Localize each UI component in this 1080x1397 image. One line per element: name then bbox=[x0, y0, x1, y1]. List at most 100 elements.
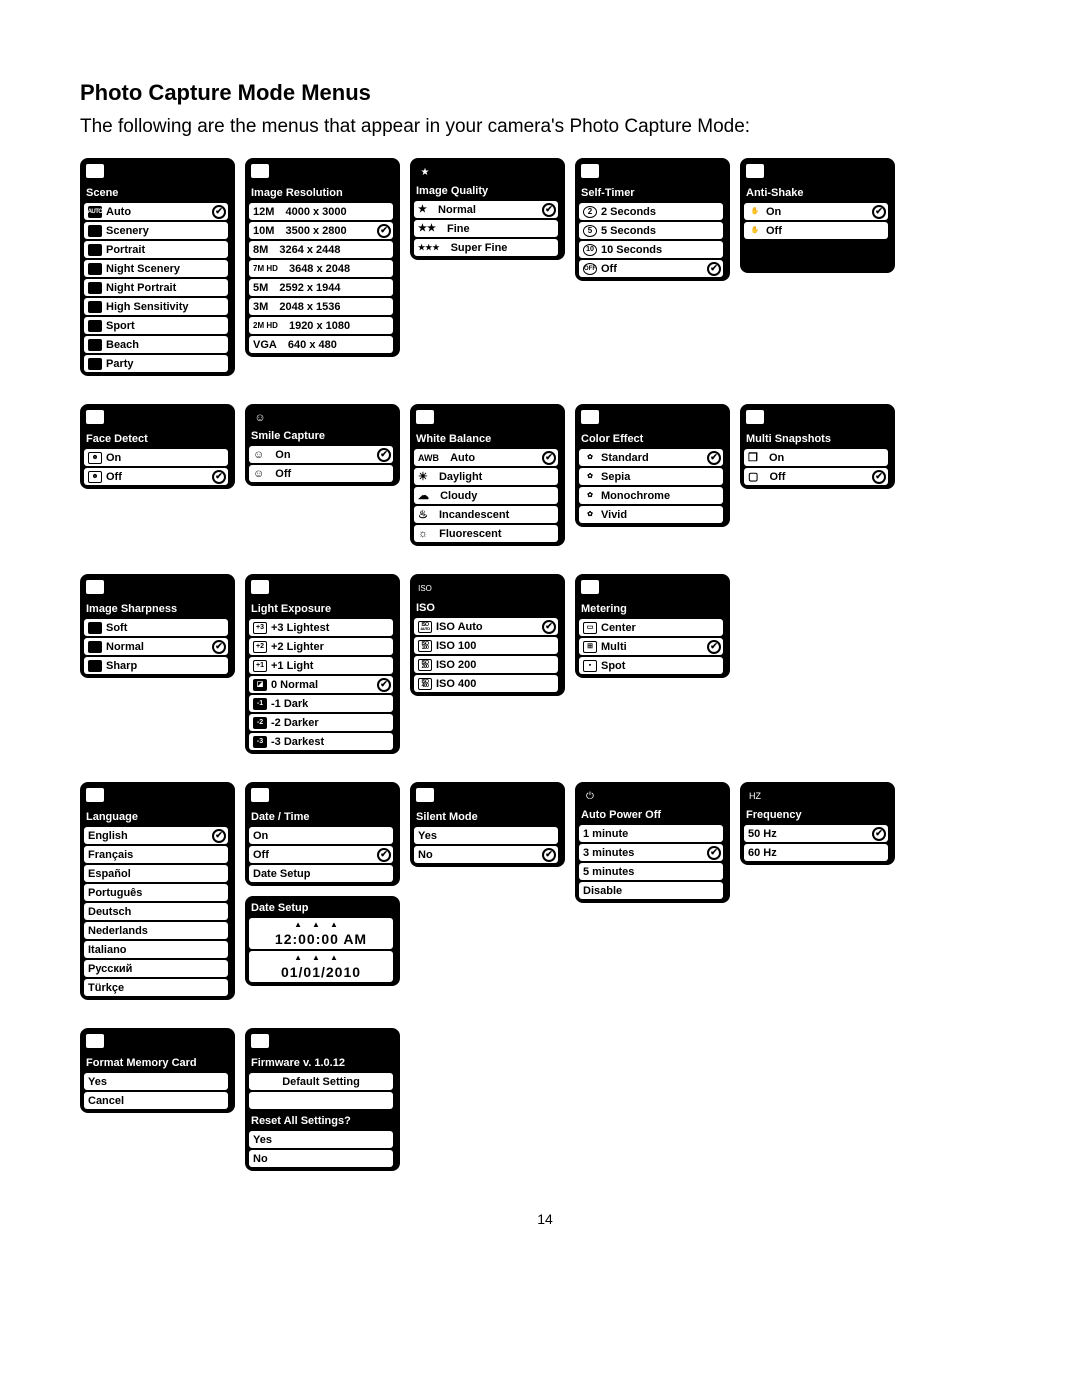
page-number: 14 bbox=[80, 1211, 1010, 1227]
antishake-on[interactable]: ✋On bbox=[744, 203, 888, 220]
color-sepia[interactable]: ✿Sepia bbox=[579, 468, 723, 485]
iso-100-icon: ISO100 bbox=[418, 640, 432, 652]
res-item-12m[interactable]: 12M 4000 x 3000 bbox=[249, 203, 393, 220]
check-icon bbox=[377, 848, 391, 862]
sharp-soft[interactable]: Soft bbox=[84, 619, 228, 636]
apo-1min[interactable]: 1 minute bbox=[579, 825, 723, 842]
apo-5min[interactable]: 5 minutes bbox=[579, 863, 723, 880]
smile-off[interactable]: ☺ Off bbox=[249, 465, 393, 482]
exp-plus3[interactable]: +3+3 Lightest bbox=[249, 619, 393, 636]
res-item-vga[interactable]: VGA 640 x 480 bbox=[249, 336, 393, 353]
wb-auto[interactable]: AWB Auto bbox=[414, 449, 558, 466]
color-vivid[interactable]: ✿Vivid bbox=[579, 506, 723, 523]
apo-3min[interactable]: 3 minutes bbox=[579, 844, 723, 861]
default-setting[interactable]: Default Setting bbox=[249, 1073, 393, 1090]
timer-5s[interactable]: 55 Seconds bbox=[579, 222, 723, 239]
portrait-icon bbox=[88, 244, 102, 256]
lang-nederlands[interactable]: Nederlands bbox=[84, 922, 228, 939]
res-item-8m[interactable]: 8M 3264 x 2448 bbox=[249, 241, 393, 258]
sepia-icon: ✿ bbox=[583, 471, 597, 483]
lang-turkce[interactable]: Türkçe bbox=[84, 979, 228, 996]
format-yes[interactable]: Yes bbox=[84, 1073, 228, 1090]
dt-setup[interactable]: Date Setup bbox=[249, 865, 393, 882]
wb-daylight[interactable]: ☀ Daylight bbox=[414, 468, 558, 485]
menu-face-detect: Face Detect ☻On ☻Off bbox=[80, 404, 235, 489]
exp-minus1[interactable]: -1-1 Dark bbox=[249, 695, 393, 712]
exp-minus2[interactable]: -2-2 Darker bbox=[249, 714, 393, 731]
multi-off[interactable]: ▢ Off bbox=[744, 468, 888, 485]
lang-espanol[interactable]: Español bbox=[84, 865, 228, 882]
lang-italiano[interactable]: Italiano bbox=[84, 941, 228, 958]
meter-multi[interactable]: ⊞Multi bbox=[579, 638, 723, 655]
menu-title: Frequency bbox=[744, 807, 891, 825]
menu-title: Multi Snapshots bbox=[744, 431, 891, 449]
color-mono[interactable]: ✿Monochrome bbox=[579, 487, 723, 504]
exp-plus2[interactable]: +2+2 Lighter bbox=[249, 638, 393, 655]
dt-off[interactable]: Off bbox=[249, 846, 393, 863]
scene-item-auto[interactable]: AUTOAuto bbox=[84, 203, 228, 220]
res-item-3m[interactable]: 3M 2048 x 1536 bbox=[249, 298, 393, 315]
menu-smile-capture: ☺ Smile Capture ☺ On ☺ Off bbox=[245, 404, 400, 486]
lang-russian[interactable]: Русский bbox=[84, 960, 228, 977]
menu-title: Image Resolution bbox=[249, 185, 396, 203]
multi-on[interactable]: ❐ On bbox=[744, 449, 888, 466]
menu-format-card: Format Memory Card Yes Cancel bbox=[80, 1028, 235, 1113]
quality-super-fine[interactable]: ★★★ Super Fine bbox=[414, 239, 558, 256]
lang-english[interactable]: English bbox=[84, 827, 228, 844]
scene-item-portrait[interactable]: Portrait bbox=[84, 241, 228, 258]
res-item-10m[interactable]: 10M 3500 x 2800 bbox=[249, 222, 393, 239]
exp-minus3[interactable]: -3-3 Darkest bbox=[249, 733, 393, 750]
scene-item-party[interactable]: Party bbox=[84, 355, 228, 372]
reset-no[interactable]: No bbox=[249, 1150, 393, 1167]
wb-fluorescent[interactable]: ☼ Fluorescent bbox=[414, 525, 558, 542]
menu-grid: Scene AUTOAuto Scenery Portrait Night Sc… bbox=[80, 158, 1010, 1171]
smile-on[interactable]: ☺ On bbox=[249, 446, 393, 463]
timer-2s[interactable]: 22 Seconds bbox=[579, 203, 723, 220]
wb-cloudy[interactable]: ☁ Cloudy bbox=[414, 487, 558, 504]
scene-item-beach[interactable]: Beach bbox=[84, 336, 228, 353]
apo-disable[interactable]: Disable bbox=[579, 882, 723, 899]
freq-50[interactable]: 50 Hz bbox=[744, 825, 888, 842]
scene-item-night-portrait[interactable]: Night Portrait bbox=[84, 279, 228, 296]
face-on[interactable]: ☻On bbox=[84, 449, 228, 466]
iso-200[interactable]: ISO200ISO 200 bbox=[414, 656, 558, 673]
smile-on-icon: ☺ bbox=[253, 449, 264, 461]
scene-item-high-sens[interactable]: High Sensitivity bbox=[84, 298, 228, 315]
lang-portugues[interactable]: Português bbox=[84, 884, 228, 901]
iso-400[interactable]: ISO400ISO 400 bbox=[414, 675, 558, 692]
timer-off[interactable]: OFFOff bbox=[579, 260, 723, 277]
meter-center[interactable]: ▭Center bbox=[579, 619, 723, 636]
ev-plus2-icon: +2 bbox=[253, 641, 267, 653]
silent-yes[interactable]: Yes bbox=[414, 827, 558, 844]
reset-yes[interactable]: Yes bbox=[249, 1131, 393, 1148]
iso-100[interactable]: ISO100ISO 100 bbox=[414, 637, 558, 654]
timer-10s[interactable]: 1010 Seconds bbox=[579, 241, 723, 258]
sharp-normal[interactable]: Normal bbox=[84, 638, 228, 655]
scene-item-sport[interactable]: Sport bbox=[84, 317, 228, 334]
freq-60[interactable]: 60 Hz bbox=[744, 844, 888, 861]
hand-off-icon: ✋ bbox=[748, 225, 762, 237]
sharp-sharp[interactable]: Sharp bbox=[84, 657, 228, 674]
lang-francais[interactable]: Français bbox=[84, 846, 228, 863]
lang-deutsch[interactable]: Deutsch bbox=[84, 903, 228, 920]
format-cancel[interactable]: Cancel bbox=[84, 1092, 228, 1109]
meter-spot[interactable]: ▪Spot bbox=[579, 657, 723, 674]
scene-item-scenery[interactable]: Scenery bbox=[84, 222, 228, 239]
silent-no[interactable]: No bbox=[414, 846, 558, 863]
quality-normal[interactable]: ★ Normal bbox=[414, 201, 558, 218]
exp-plus1[interactable]: +1+1 Light bbox=[249, 657, 393, 674]
date-setup-date[interactable]: ▲▲▲01/01/2010 bbox=[249, 951, 393, 982]
antishake-off[interactable]: ✋Off bbox=[744, 222, 888, 239]
wb-incandescent[interactable]: ♨ Incandescent bbox=[414, 506, 558, 523]
scene-item-night-scenery[interactable]: Night Scenery bbox=[84, 260, 228, 277]
color-standard[interactable]: ✿Standard bbox=[579, 449, 723, 466]
iso-auto[interactable]: ISOAUTOISO Auto bbox=[414, 618, 558, 635]
face-off[interactable]: ☻Off bbox=[84, 468, 228, 485]
date-setup-time[interactable]: ▲▲▲12:00:00 AM bbox=[249, 918, 393, 949]
res-item-7m[interactable]: 7M HD 3648 x 2048 bbox=[249, 260, 393, 277]
exp-0[interactable]: ◪0 Normal bbox=[249, 676, 393, 693]
dt-on[interactable]: On bbox=[249, 827, 393, 844]
quality-fine[interactable]: ★★ Fine bbox=[414, 220, 558, 237]
res-item-5m[interactable]: 5M 2592 x 1944 bbox=[249, 279, 393, 296]
res-item-2m[interactable]: 2M HD 1920 x 1080 bbox=[249, 317, 393, 334]
